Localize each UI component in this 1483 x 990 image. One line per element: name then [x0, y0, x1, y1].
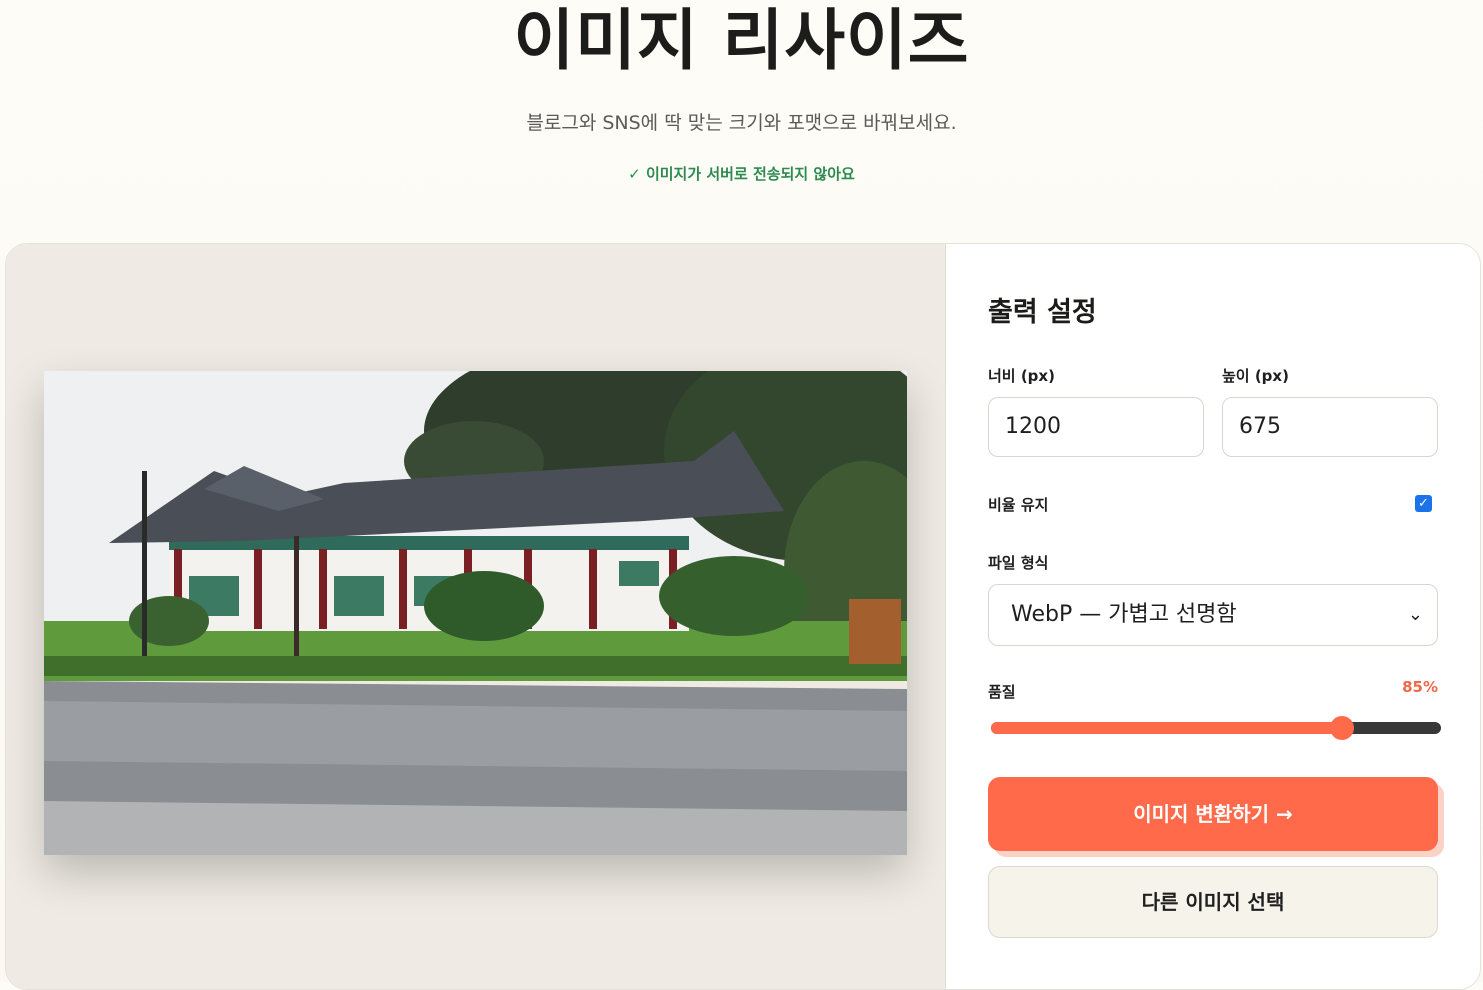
resize-card: 출력 설정 너비 (px) 1200 높이 (px) 675 비율 유지 ✓ 파…	[5, 243, 1481, 990]
privacy-note: ✓ 이미지가 서버로 전송되지 않아요	[628, 165, 855, 183]
keep-ratio-checkbox[interactable]: ✓	[1415, 495, 1432, 512]
convert-button[interactable]: 이미지 변환하기 →	[988, 777, 1438, 851]
quality-value: 85%	[1402, 678, 1438, 696]
format-label: 파일 형식	[988, 554, 1049, 572]
format-selected-value: WebP — 가볍고 선명함	[1011, 602, 1237, 627]
choose-other-image-button[interactable]: 다른 이미지 선택	[988, 866, 1438, 938]
checkmark-icon: ✓	[1418, 496, 1429, 511]
slider-thumb[interactable]	[1330, 716, 1354, 740]
slider-fill	[991, 722, 1342, 734]
preview-image	[44, 371, 907, 855]
chevron-down-icon: ⌄	[1407, 604, 1423, 625]
page-subtitle: 블로그와 SNS에 딱 맞는 크기와 포맷으로 바꿔보세요.	[526, 112, 957, 134]
preview-photo	[44, 371, 907, 855]
page-title: 이미지 리사이즈	[513, 2, 970, 79]
settings-title: 출력 설정	[988, 297, 1097, 328]
preview-area	[6, 244, 946, 989]
height-input[interactable]: 675	[1222, 397, 1438, 457]
settings-panel: 출력 설정 너비 (px) 1200 높이 (px) 675 비율 유지 ✓ 파…	[946, 244, 1480, 989]
keep-ratio-label: 비율 유지	[988, 496, 1049, 514]
quality-label: 품질	[988, 683, 1016, 701]
width-label: 너비 (px)	[988, 367, 1055, 385]
quality-slider[interactable]	[991, 716, 1441, 740]
format-select[interactable]: WebP — 가볍고 선명함 ⌄	[988, 584, 1438, 646]
width-input[interactable]: 1200	[988, 397, 1204, 457]
height-label: 높이 (px)	[1222, 367, 1289, 385]
